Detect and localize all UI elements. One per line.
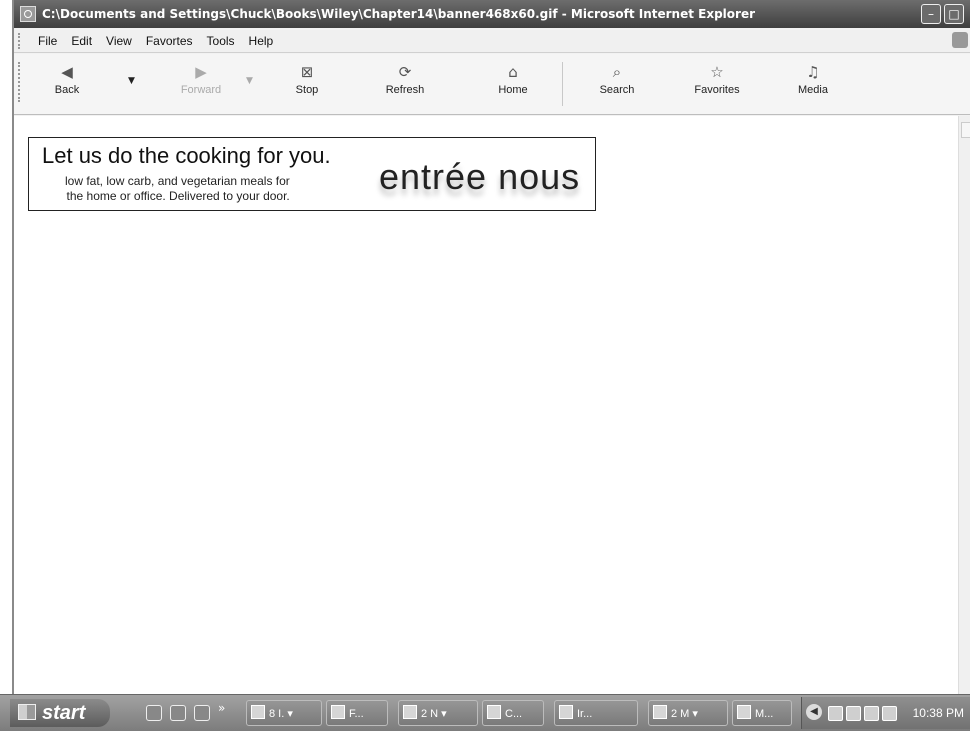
favorites-label: Favorites [694, 84, 740, 96]
menu-help[interactable]: Help [249, 34, 274, 48]
quicklaunch-more-icon[interactable]: » [218, 701, 225, 715]
media-icon: ♫ [806, 63, 820, 81]
taskbar-task[interactable]: 8 I. ▾ [246, 700, 322, 726]
menu-favorites[interactable]: Favortes [146, 34, 193, 48]
toolbar-grip[interactable] [18, 62, 24, 102]
star-icon: ☆ [710, 63, 724, 81]
menu-edit[interactable]: Edit [71, 34, 92, 48]
windows-flag-icon [18, 704, 36, 720]
stop-icon: ⊠ [300, 63, 314, 81]
taskbar-task[interactable]: Ir... [554, 700, 638, 726]
menu-bar: File Edit View Favortes Tools Help [14, 30, 970, 53]
banner-headline: Let us do the cooking for you. [42, 143, 331, 168]
forward-arrow-icon: ▶ [195, 63, 207, 81]
show-hidden-icons-icon[interactable]: ◀ [806, 704, 822, 720]
media-button[interactable]: ♫ Media [778, 60, 848, 110]
back-label: Back [54, 84, 80, 96]
favorites-button[interactable]: ☆ Favorites [682, 60, 752, 110]
forward-button[interactable]: ▶ Forward [166, 60, 236, 110]
clock[interactable]: 10:38 PM [913, 706, 964, 720]
start-label: start [42, 702, 86, 724]
taskbar-task[interactable]: F... [326, 700, 388, 726]
search-button[interactable]: ⌕ Search [582, 60, 652, 110]
windows-logo-icon [952, 32, 968, 48]
taskbar-task[interactable]: M... [732, 700, 792, 726]
stop-button[interactable]: ⊠ Stop [272, 60, 342, 110]
ie-window-icon[interactable] [20, 6, 36, 22]
search-label: Search [599, 84, 635, 96]
minimize-icon[interactable]: – [921, 4, 941, 24]
home-button[interactable]: ⌂ Home [478, 60, 548, 110]
back-button[interactable]: ◀ Back [32, 60, 102, 110]
notepad-group-icon [403, 705, 417, 719]
scrollbar-thumb[interactable] [961, 122, 970, 138]
browser-window: C:\Documents and Settings\Chuck\Books\Wi… [12, 0, 970, 694]
menu-file[interactable]: File [38, 34, 57, 48]
ie-window-icon [559, 705, 573, 719]
word-icon [653, 705, 667, 719]
maximize-icon[interactable]: □ [944, 4, 964, 24]
menu-view[interactable]: View [106, 34, 132, 48]
refresh-icon: ⟳ [398, 63, 412, 81]
volume-tray-icon[interactable] [846, 706, 861, 721]
stop-label: Stop [295, 84, 319, 96]
taskbar-task[interactable]: 2 M ▾ [648, 700, 728, 726]
forward-dropdown-icon[interactable]: ▼ [246, 76, 253, 86]
globe-tray-icon[interactable] [882, 706, 897, 721]
window-title: C:\Documents and Settings\Chuck\Books\Wi… [42, 7, 755, 21]
security-tray-icon[interactable] [864, 706, 879, 721]
taskbar-task[interactable]: C... [482, 700, 544, 726]
messenger-icon [737, 705, 751, 719]
forward-label: Forward [180, 84, 222, 96]
taskbar-task[interactable]: 2 N ▾ [398, 700, 478, 726]
paint-icon [331, 705, 345, 719]
toolbar-separator [562, 62, 563, 106]
title-bar[interactable]: C:\Documents and Settings\Chuck\Books\Wi… [14, 0, 970, 28]
banner-subtext: low fat, low carb, and vegetarian meals … [65, 174, 290, 203]
network-tray-icon[interactable] [828, 706, 843, 721]
page-content: Let us do the cooking for you. low fat, … [14, 116, 958, 694]
media-label: Media [798, 84, 828, 96]
taskbar: start » 8 I. ▾ F... 2 N ▾ C... Ir... 2 M… [0, 694, 970, 731]
home-icon: ⌂ [508, 63, 518, 81]
menu-grip[interactable] [18, 33, 24, 49]
search-icon: ⌕ [612, 63, 622, 81]
back-arrow-icon: ◀ [61, 63, 73, 81]
vertical-scrollbar[interactable] [958, 116, 970, 694]
menu-tools[interactable]: Tools [207, 34, 235, 48]
media-quicklaunch-icon[interactable] [194, 705, 210, 721]
back-dropdown-icon[interactable]: ▼ [128, 76, 135, 86]
window-controls: – □ [921, 4, 964, 24]
standard-toolbar: ◀ Back ▼ ▶ Forward ▼ ⊠ Stop ⟳ Refresh ⌂ … [14, 54, 970, 115]
refresh-label: Refresh [385, 84, 425, 96]
banner-brand: entrée nous [379, 156, 581, 197]
ie-quicklaunch-icon[interactable] [146, 705, 162, 721]
refresh-button[interactable]: ⟳ Refresh [370, 60, 440, 110]
start-button[interactable]: start [10, 699, 110, 727]
system-tray: ◀ 10:38 PM [801, 697, 970, 729]
ie-group-icon [251, 705, 265, 719]
home-label: Home [498, 84, 528, 96]
banner-image: Let us do the cooking for you. low fat, … [28, 137, 596, 211]
folder-icon [487, 705, 501, 719]
desktop-quicklaunch-icon[interactable] [170, 705, 186, 721]
